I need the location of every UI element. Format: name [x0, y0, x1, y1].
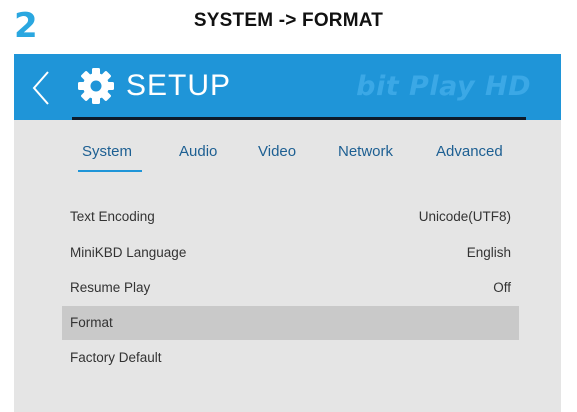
setting-label: Factory Default [70, 350, 162, 365]
tab-network[interactable]: Network [338, 140, 393, 164]
tab-advanced[interactable]: Advanced [436, 140, 503, 164]
setting-row-minikbd-language[interactable]: MiniKBD Language English [62, 236, 519, 270]
setting-value: Unicode(UTF8) [418, 209, 511, 224]
tab-video[interactable]: Video [258, 140, 296, 164]
setting-row-factory-default[interactable]: Factory Default [62, 341, 519, 375]
header-divider [72, 117, 526, 120]
setting-value: English [466, 245, 511, 260]
setting-row-format[interactable]: Format [62, 306, 519, 340]
page-heading: SYSTEM -> FORMAT [193, 10, 384, 31]
setup-header-bar: SETUP bit Play HD [14, 54, 561, 120]
setting-value: Off [493, 280, 511, 295]
tab-system[interactable]: System [77, 140, 143, 172]
gear-icon [76, 66, 116, 106]
setting-label: Format [70, 315, 113, 330]
setup-screen: SETUP bit Play HD System Audio Video Net… [14, 54, 561, 412]
setting-label: Resume Play [70, 280, 151, 295]
setting-label: MiniKBD Language [70, 245, 187, 260]
chevron-left-icon [32, 71, 49, 105]
setting-row-text-encoding[interactable]: Text Encoding Unicode(UTF8) [62, 200, 519, 234]
tab-audio[interactable]: Audio [179, 140, 217, 164]
setting-row-resume-play[interactable]: Resume Play Off [62, 271, 519, 305]
brand-logo: bit Play HD [356, 71, 531, 102]
setting-label: Text Encoding [70, 209, 155, 224]
back-button[interactable] [28, 68, 56, 108]
setup-title: SETUP [126, 69, 232, 102]
settings-tabs: System Audio Video Network Advanced [14, 140, 561, 176]
